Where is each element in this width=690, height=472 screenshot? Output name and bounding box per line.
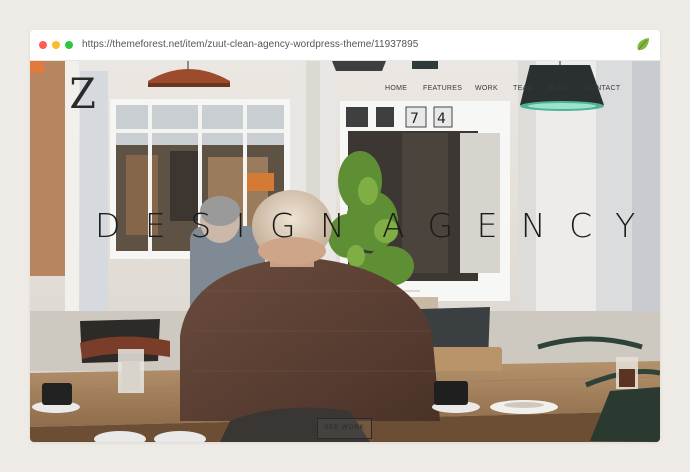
browser-window: https://themeforest.net/item/zuut-clean-… <box>30 30 660 442</box>
envato-leaf-icon[interactable] <box>635 37 651 53</box>
hero-background-photo: 7 4 <box>30 61 660 442</box>
nav-work[interactable]: WORK <box>475 85 498 92</box>
headline-word-agency: AGENCY <box>382 206 659 245</box>
browser-address-bar: https://themeforest.net/item/zuut-clean-… <box>30 30 660 61</box>
minimize-window-button[interactable] <box>52 41 60 49</box>
svg-text:4: 4 <box>437 111 446 127</box>
nav-blog[interactable]: BLOG <box>549 85 570 92</box>
url-text[interactable]: https://themeforest.net/item/zuut-clean-… <box>82 39 418 50</box>
nav-contact[interactable]: CONTACT <box>585 85 620 92</box>
close-window-button[interactable] <box>39 41 47 49</box>
see-work-button[interactable]: SEE WORK <box>317 418 372 439</box>
hero-section: 7 4 Z HOME FEATURES WORK TEAM BLOG CONTA… <box>30 61 660 442</box>
nav-features[interactable]: FEATURES <box>423 85 462 92</box>
nav-home[interactable]: HOME <box>385 85 407 92</box>
site-logo[interactable]: Z <box>69 69 95 118</box>
nav-team[interactable]: TEAM <box>513 85 534 92</box>
maximize-window-button[interactable] <box>65 41 73 49</box>
svg-text:7: 7 <box>410 111 419 127</box>
headline-word-design: DESIGN <box>95 206 370 245</box>
